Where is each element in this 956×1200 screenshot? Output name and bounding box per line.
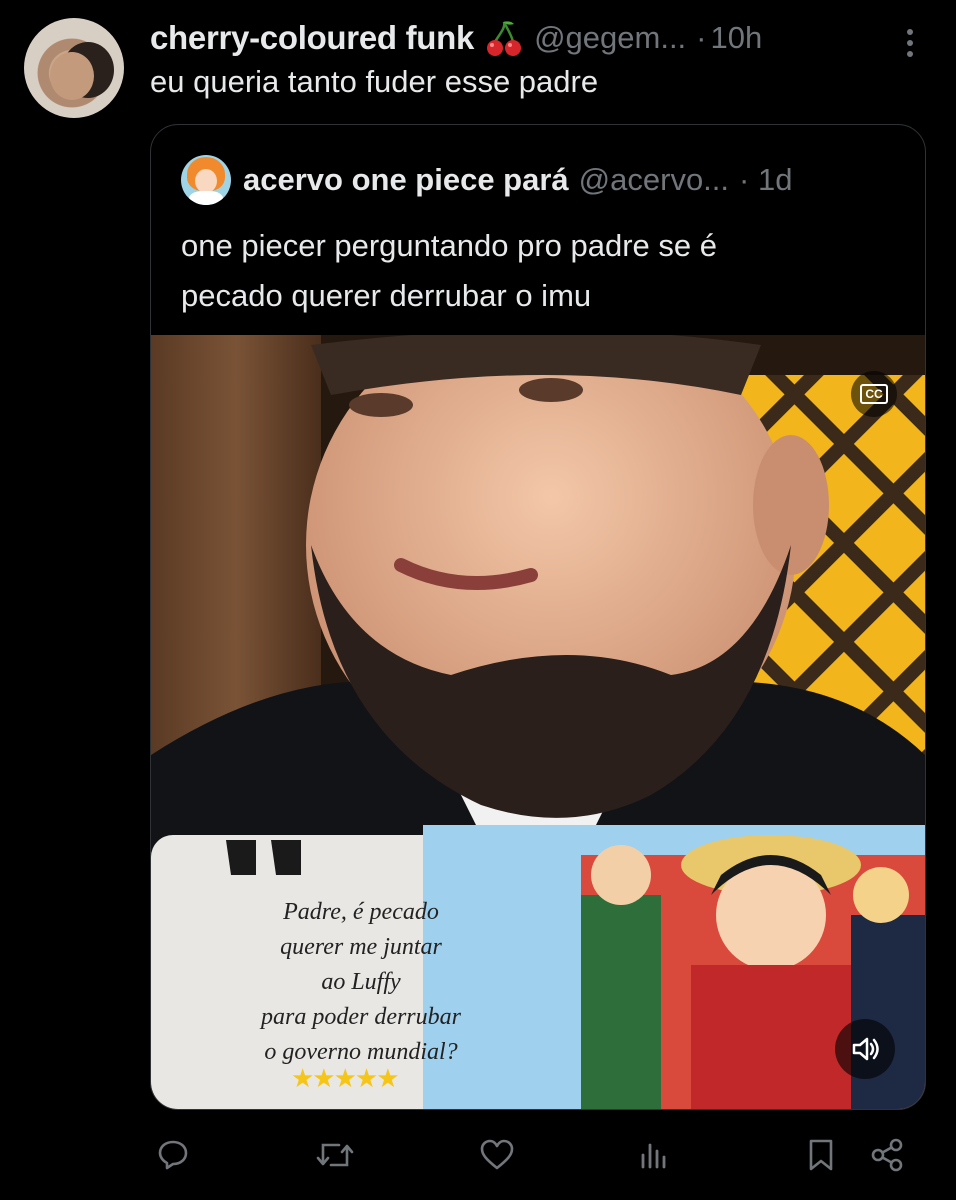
rating-stars: ★★★★★ [291,1063,400,1093]
quoted-text: one piecer perguntando pro padre se é pe… [181,221,901,321]
retweet-button[interactable] [310,1130,360,1180]
author-name[interactable]: cherry-coloured funk [150,19,474,57]
tweet-time[interactable]: 10h [711,20,763,56]
card-line-2: querer me juntar [280,934,442,960]
share-button[interactable] [862,1130,912,1180]
cc-icon: CC [860,384,888,404]
action-bar [0,1130,956,1180]
quoted-avatar-body [189,191,223,205]
quoted-text-line-2: pecado querer derrubar o imu [181,278,592,313]
bookmark-button[interactable] [796,1130,846,1180]
share-icon [871,1138,903,1172]
quoted-header: acervo one piece pará @acervo... · 1d [181,153,792,207]
retweet-icon [316,1143,354,1167]
like-button[interactable] [472,1130,522,1180]
captions-button[interactable]: CC [851,371,897,417]
tweet-text: eu queria tanto fuder esse padre [150,64,599,99]
quoted-handle[interactable]: @acervo... [579,162,729,198]
reply-button[interactable] [148,1130,198,1180]
sound-toggle-button[interactable] [835,1019,895,1079]
quoted-text-line-1: one piecer perguntando pro padre se é [181,228,718,263]
quoted-time-prefix: · 1d [739,162,792,198]
views-button[interactable] [628,1130,678,1180]
card-line-1: Padre, é pecado [283,899,439,925]
quoted-time[interactable]: 1d [758,162,792,197]
speaker-icon [852,1037,879,1061]
card-line-4: para poder derrubar [260,1004,461,1030]
quoted-avatar[interactable] [181,155,231,205]
author-avatar[interactable] [24,18,124,118]
cherries-icon [487,21,522,56]
quoted-separator-dot: · [739,162,750,197]
video-card-text: Padre, é pecado querer me juntar ao Luff… [211,895,511,1070]
avatar-face [50,52,94,100]
quoted-author-name[interactable]: acervo one piece pará [243,162,569,198]
quoted-tweet[interactable]: acervo one piece pará @acervo... · 1d on… [150,124,926,1110]
video-player[interactable]: Padre, é pecado querer me juntar ao Luff… [151,335,925,1109]
separator-dot: · [696,20,707,55]
card-line-3: ao Luffy [321,969,401,995]
reply-icon [158,1140,188,1170]
bookmark-icon [809,1139,833,1171]
tweet-header: cherry-coloured funk @gegem... · 10h [150,16,930,60]
more-options-icon[interactable] [904,28,916,58]
quoted-avatar-face [195,169,217,193]
like-icon [480,1139,514,1170]
views-icon [641,1143,666,1169]
author-handle[interactable]: @gegem... [534,20,686,56]
